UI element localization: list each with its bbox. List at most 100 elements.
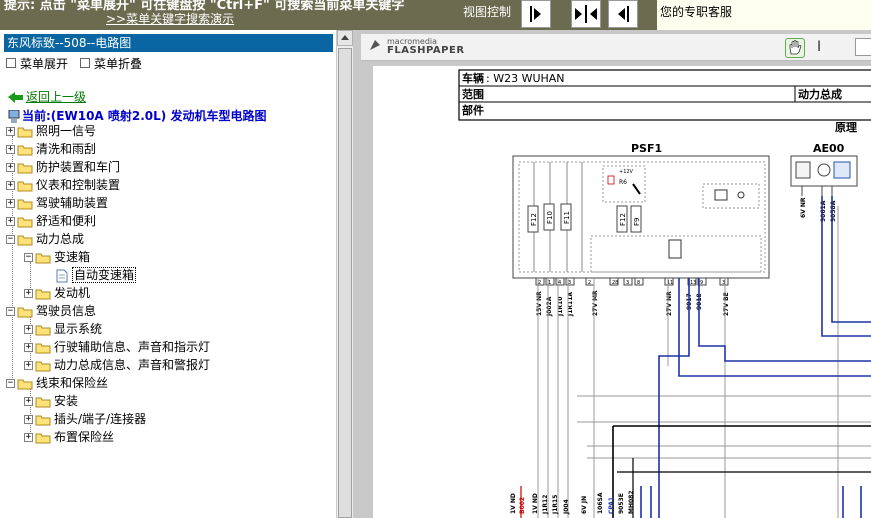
folder-open-icon [17, 307, 33, 317]
tree-item-label: 驾驶辅助装置 [36, 196, 109, 210]
tree-item[interactable]: + 显示系统 [24, 320, 102, 338]
search-demo-link[interactable]: >>菜单关键字搜索演示 [106, 10, 234, 27]
expand-toggle-icon[interactable]: + [6, 199, 15, 208]
svg-text:J1R12: J1R12 [542, 495, 549, 515]
expand-toggle-icon[interactable]: + [24, 289, 33, 298]
expand-toggle-icon[interactable]: + [6, 127, 15, 136]
folder-icon [17, 127, 33, 137]
page-field[interactable] [855, 38, 871, 56]
back-arrow-icon [8, 92, 23, 103]
text-cursor-icon[interactable]: I [817, 39, 821, 55]
menu-expand-button[interactable]: 菜单展开 [6, 55, 68, 72]
folder-icon [35, 361, 51, 371]
tree-item-label: 发动机 [54, 286, 91, 300]
tree-item-label: 清洗和雨刮 [36, 142, 97, 156]
scroll-thumb[interactable] [338, 48, 352, 518]
expand-toggle-icon[interactable]: + [6, 145, 15, 154]
arrow-right-bar-icon [530, 6, 541, 22]
menu-panel: 东风标致--508--电路图 菜单展开 菜单折叠 返回上一级 当前:(EW10A… [0, 30, 353, 518]
expand-toggle-icon[interactable]: + [24, 325, 33, 334]
expand-toggle-icon[interactable]: + [6, 217, 15, 226]
tree-item-label: 驾驶员信息 [36, 304, 97, 318]
tree-item-label: 舒适和便利 [36, 214, 97, 228]
expand-toggle-icon[interactable]: + [6, 163, 15, 172]
tree-item[interactable]: + 插头/端子/连接器 [24, 410, 146, 428]
flashpaper-toolbar: macromedia FLASHPAPER I [361, 34, 871, 61]
scroll-up-button[interactable] [337, 30, 353, 46]
pin-number: 28 [612, 280, 618, 286]
svg-text:J1R15: J1R15 [552, 495, 559, 515]
tree-item[interactable]: 自动变速箱 [56, 266, 137, 284]
svg-text:6V NR: 6V NR [800, 197, 807, 218]
collapse-icon [80, 58, 90, 68]
psf1-name: PSF1 [631, 142, 662, 155]
tree-item[interactable]: + 仪表和控制装置 [6, 176, 120, 194]
tree-item[interactable]: + 清洗和雨刮 [6, 140, 96, 158]
svg-text:9061A: 9061A [820, 200, 827, 222]
tree-item[interactable]: − 驾驶员信息 [6, 302, 96, 320]
tree-item-label: 插头/端子/连接器 [54, 412, 147, 426]
brand-big: FLASHPAPER [387, 45, 465, 56]
tree-item[interactable]: + 舒适和便利 [6, 212, 96, 230]
menu-panel-title: 东风标致--508--电路图 [4, 34, 333, 52]
tree-item-label: 显示系统 [54, 322, 103, 336]
tree-item[interactable]: − 线束和保险丝 [6, 374, 108, 392]
expand-toggle-icon[interactable]: + [24, 433, 33, 442]
hand-tool-button[interactable] [785, 38, 805, 58]
pin-number: 2 [588, 280, 591, 286]
folder-icon [17, 145, 33, 155]
folder-icon [35, 415, 51, 425]
pin-number: 3 [626, 280, 629, 286]
psf1-box: PSF1 F12 F10 F11 F12 F9 +12V R6 [512, 142, 770, 279]
expand-toggle-icon[interactable]: + [24, 415, 33, 424]
tree-item[interactable]: − 动力总成 [6, 230, 84, 248]
tree-item[interactable]: + 动力总成信息、声音和警报灯 [24, 356, 210, 374]
relay-name: R6 [619, 179, 627, 186]
tree-item[interactable]: + 发动机 [24, 284, 90, 302]
expand-icon [6, 58, 16, 68]
ae00-name: AE00 [813, 142, 845, 155]
view-split-button[interactable] [571, 0, 601, 28]
svg-text:J004: J004 [563, 499, 570, 515]
triangle-up-icon [341, 35, 349, 40]
tree-item[interactable]: + 安装 [24, 392, 78, 410]
tree-item-label: 线束和保险丝 [36, 376, 109, 390]
tree-item[interactable]: − 变速箱 [24, 248, 90, 266]
folder-open-icon [17, 379, 33, 389]
view-expand-left-button[interactable] [521, 0, 551, 28]
expand-toggle-icon[interactable]: + [24, 361, 33, 370]
tree-item[interactable]: + 驾驶辅助装置 [6, 194, 108, 212]
menu-scrollbar[interactable] [336, 30, 354, 518]
vehicle-label: 车辆 [462, 71, 484, 85]
back-link[interactable]: 返回上一级 [8, 88, 86, 105]
principle-label: 原理 [835, 121, 857, 134]
collapse-toggle-icon[interactable]: − [24, 253, 33, 262]
expand-toggle-icon[interactable]: + [24, 343, 33, 352]
tree-item[interactable]: + 防护装置和车门 [6, 158, 120, 176]
document-page: 车辆 : W23 WUHAN 范围 动力总成 部件 原理 PSF1 F12 F1… [373, 66, 871, 518]
folder-open-icon [35, 253, 51, 263]
collapse-toggle-icon[interactable]: − [6, 307, 15, 316]
fuse-label: F12 [530, 213, 538, 226]
expand-toggle-icon[interactable]: + [6, 181, 15, 190]
svg-text:9053E: 9053E [618, 493, 625, 514]
tree-item[interactable]: + 照明一信号 [6, 122, 96, 140]
tree-item[interactable]: + 布置保险丝 [24, 428, 114, 446]
tree-item-label: 照明一信号 [36, 124, 97, 138]
svg-text:B002: B002 [519, 497, 526, 514]
tree-item[interactable]: + 行驶辅助信息、声音和指示灯 [24, 338, 210, 356]
folder-icon [17, 199, 33, 209]
view-expand-right-button[interactable] [608, 0, 638, 28]
tree-item-label: 动力总成 [36, 232, 85, 246]
expand-toggle-icon[interactable]: + [24, 397, 33, 406]
svg-text:1V ND: 1V ND [532, 493, 539, 514]
tree-item-label: 布置保险丝 [54, 430, 115, 444]
collapse-toggle-icon[interactable]: − [6, 235, 15, 244]
svg-text:9058A: 9058A [830, 200, 837, 222]
fuse-label: F9 [633, 218, 641, 226]
menu-collapse-button[interactable]: 菜单折叠 [80, 55, 142, 72]
service-box[interactable]: 您的专职客服 [657, 0, 871, 30]
psf1-wire-labels: 15V NR J002A J1R10 J1R11A 27V MR 27V NR … [536, 290, 730, 317]
folder-icon [35, 343, 51, 353]
collapse-toggle-icon[interactable]: − [6, 379, 15, 388]
